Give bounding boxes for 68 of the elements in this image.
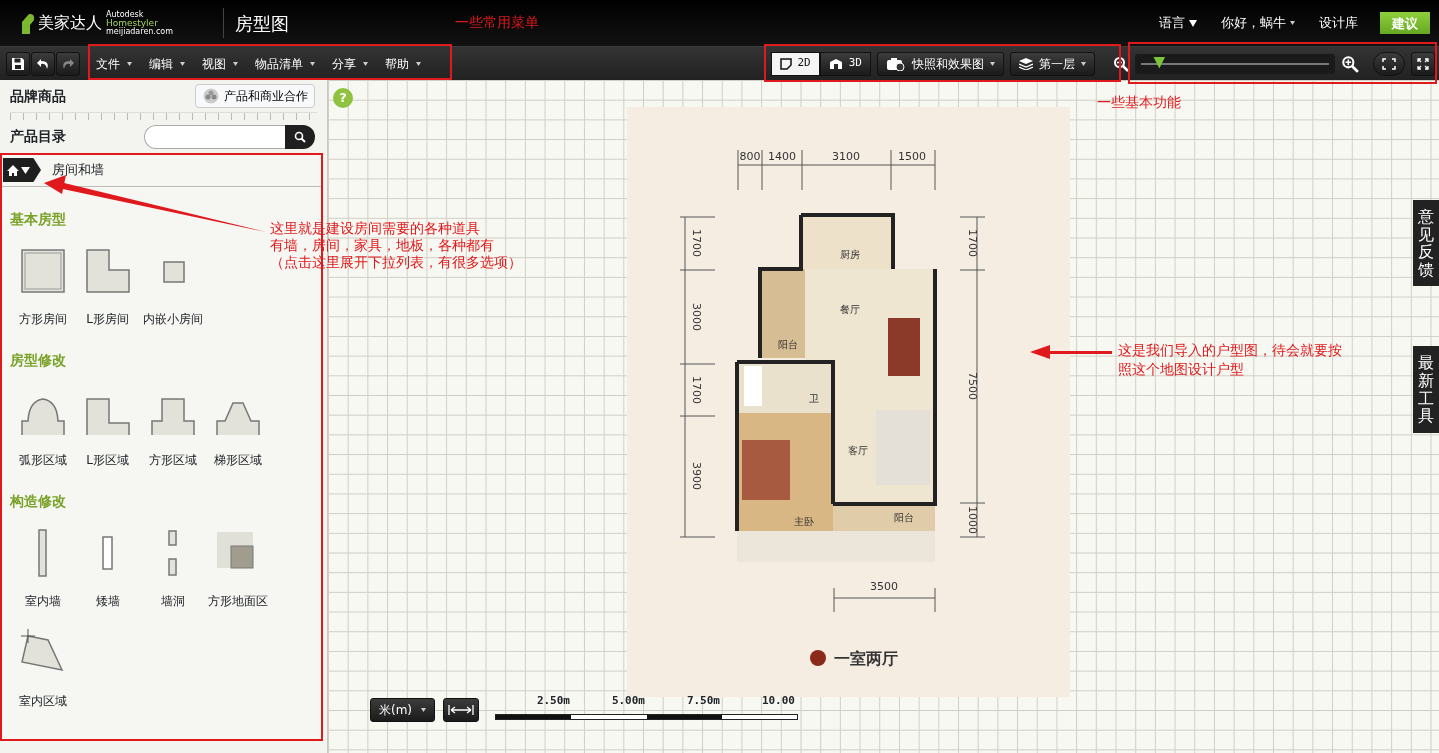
menu-item[interactable]: 帮助 xyxy=(385,54,421,73)
unit-dropdown[interactable]: 米(m) xyxy=(370,697,435,722)
tool-item[interactable]: 方形地面区 xyxy=(205,528,270,610)
view-mode-tab[interactable]: 2D xyxy=(770,51,820,76)
section-title: 基本房型 xyxy=(10,210,66,229)
menu-item[interactable]: 文件 xyxy=(96,54,132,73)
scale-label: 10.00 xyxy=(760,693,795,709)
menu-item[interactable]: 物品清单 xyxy=(255,54,315,73)
header-link[interactable]: 语言 xyxy=(1159,13,1185,33)
floor-button[interactable]: 第一层 xyxy=(1010,51,1095,76)
tool-item[interactable]: L形区域 xyxy=(75,387,140,469)
side-tab[interactable]: 最新工具 xyxy=(1413,346,1439,433)
tool-item[interactable]: 室内区域 xyxy=(10,628,75,710)
room-label: 卫 xyxy=(809,393,819,404)
dimension-label: 1000 xyxy=(966,506,979,534)
tool-item[interactable]: 方形房间 xyxy=(10,246,75,328)
scale-label: 2.50m xyxy=(535,693,570,709)
dimension-label: 1700 xyxy=(690,376,703,404)
dimension-label: 3900 xyxy=(690,462,703,490)
menu-item[interactable]: 编辑 xyxy=(149,54,185,73)
annotation-text: 一些常用菜单 xyxy=(455,13,539,32)
dimension-label: 3500 xyxy=(870,580,898,593)
side-tab[interactable]: 意见反馈 xyxy=(1413,200,1439,287)
panel-title: 品牌商品 xyxy=(10,86,66,106)
panel-title: 产品目录 xyxy=(10,127,66,146)
room-label: 餐厅 xyxy=(840,304,860,315)
dimension-label: 1400 xyxy=(768,150,796,163)
room-label: 阳台 xyxy=(778,339,798,350)
tool-item[interactable]: 室内墙 xyxy=(10,528,75,610)
tool-item[interactable]: 内嵌小房间 xyxy=(140,246,205,328)
room-label: 厨房 xyxy=(840,249,860,260)
section-title: 房型修改 xyxy=(10,351,66,370)
annotation-text: 照这个地图设计户型 xyxy=(1118,360,1244,379)
room-label: 主卧 xyxy=(794,516,814,527)
logo-subtitle: Autodesk xyxy=(106,10,145,19)
plan-caption: 一室两厅 xyxy=(834,649,898,668)
dimension-label: 7500 xyxy=(966,372,979,400)
header-link[interactable]: 你好，蜗牛 xyxy=(1221,13,1286,33)
tool-item[interactable]: 矮墙 xyxy=(75,528,140,610)
room-label: 客厅 xyxy=(848,445,868,456)
dimension-label: 3100 xyxy=(832,150,860,163)
scale-label: 5.00m xyxy=(610,693,645,709)
logo-subtitle: Homestyler xyxy=(106,18,158,28)
dimension-label: 3000 xyxy=(690,303,703,331)
tool-item[interactable]: 方形区域 xyxy=(140,387,205,469)
dimension-label: 800 xyxy=(739,150,761,163)
tool-item[interactable]: 弧形区域 xyxy=(10,387,75,469)
logo-url: meijiadaren.com xyxy=(106,27,173,36)
breadcrumb-label: 房间和墙 xyxy=(52,161,104,180)
dimension-label: 1700 xyxy=(966,229,979,257)
tool-item[interactable]: 梯形区域 xyxy=(205,387,270,469)
dimension-label: 1700 xyxy=(690,229,703,257)
menu-item[interactable]: 分享 xyxy=(332,54,368,73)
tool-item[interactable]: 墙洞 xyxy=(140,528,205,610)
scale-label: 7.50m xyxy=(685,693,720,709)
page-title: 房型图 xyxy=(235,11,289,36)
snapshot-button[interactable]: 快照和效果图 xyxy=(877,51,1004,76)
header-link[interactable]: 设计库 xyxy=(1319,13,1358,33)
annotation-text: 这是我们导入的户型图，待会就要按 xyxy=(1118,341,1342,360)
room-label: 阳台 xyxy=(894,512,914,523)
logo-text: 美家达人 xyxy=(38,12,102,34)
annotation-text: 一些基本功能 xyxy=(1097,93,1181,112)
tool-item[interactable]: L形房间 xyxy=(75,246,140,328)
partner-button[interactable]: 产品和商业合作 xyxy=(195,84,315,108)
dimension-label: 1500 xyxy=(898,150,926,163)
view-mode-tab[interactable]: 3D xyxy=(819,51,871,76)
menu-item[interactable]: 视图 xyxy=(202,54,238,73)
section-title: 构造修改 xyxy=(10,492,66,511)
